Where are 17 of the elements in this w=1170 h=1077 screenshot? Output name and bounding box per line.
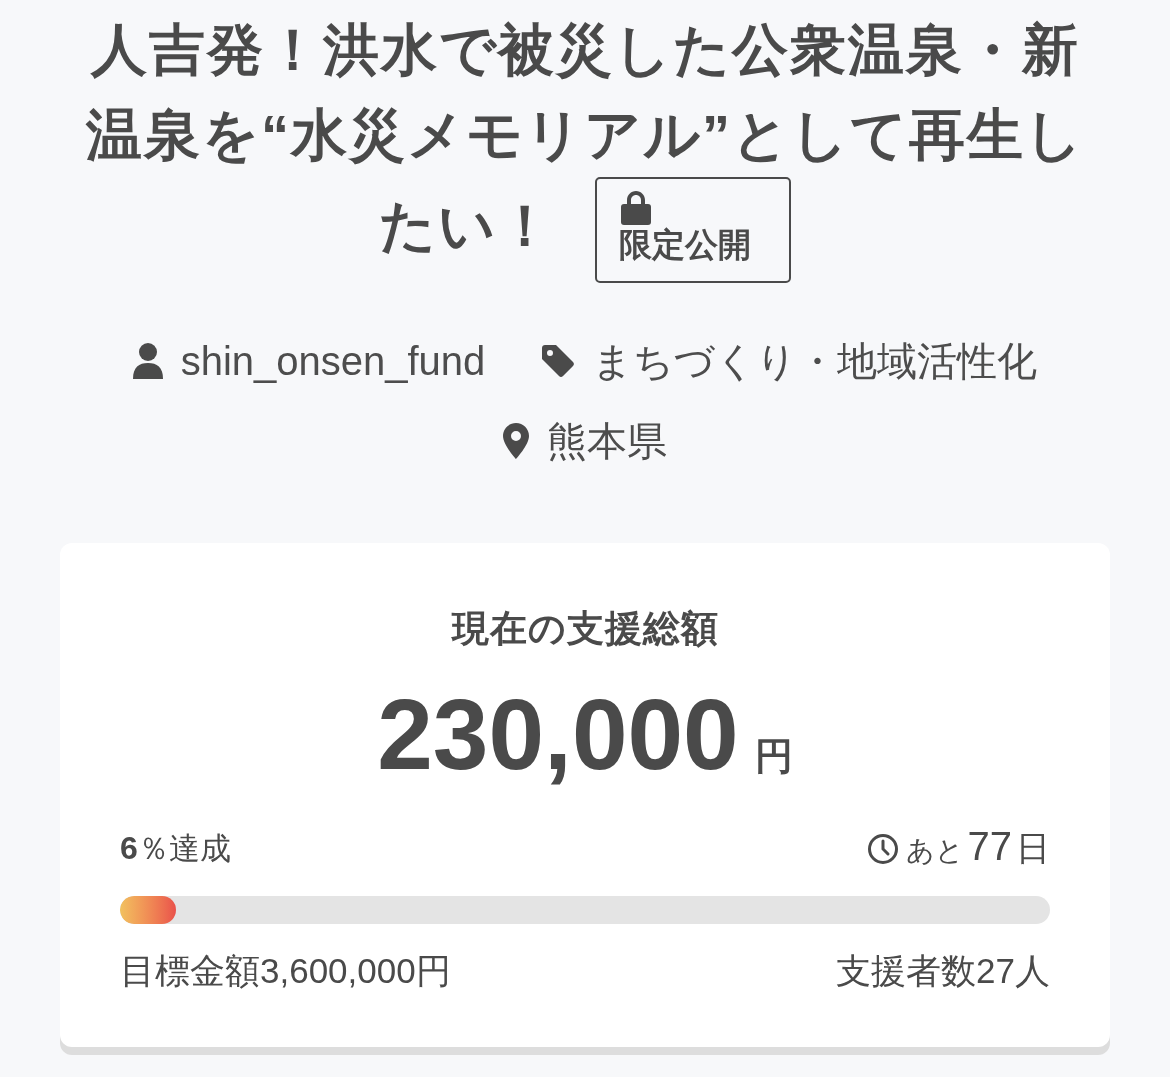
category-label: まちづくり・地域活性化	[592, 338, 1038, 385]
total-raised-heading: 現在の支援総額	[451, 607, 719, 651]
user-icon	[132, 343, 163, 379]
map-pin-icon	[503, 423, 529, 459]
clock-icon	[867, 833, 898, 864]
goal-amount: 目標金額3,600,000円	[120, 950, 451, 992]
lock-icon	[621, 191, 651, 225]
location-label: 熊本県	[547, 418, 667, 465]
achievement-rate: 6％達成	[120, 829, 231, 868]
user-name: shin_onsen_fund	[180, 338, 486, 385]
limited-access-badge: 限定公開	[595, 177, 791, 283]
backer-count: 支援者数27人	[836, 950, 1050, 992]
total-amount: 230,000	[377, 684, 739, 784]
currency-unit: 円	[754, 734, 793, 779]
tag-icon	[542, 345, 575, 377]
days-remaining: あと 77 日	[905, 826, 1050, 870]
project-title: 人吉発！洪水で被災した公衆温泉・新温泉を“水災メモリアル”として再生したい！ 限定公開	[75, 7, 1095, 283]
